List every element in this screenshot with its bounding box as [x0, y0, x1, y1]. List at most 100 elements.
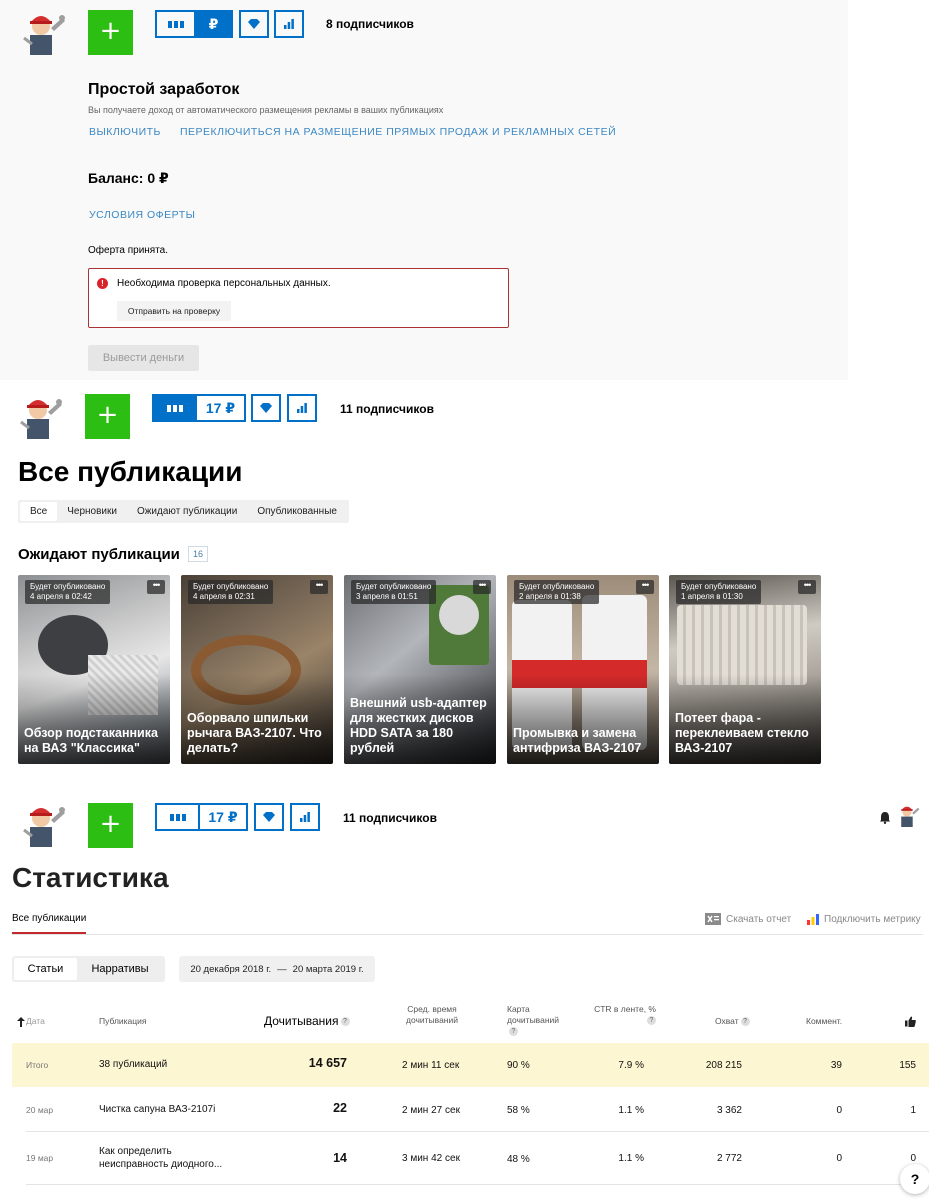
help-icon[interactable]: ?: [340, 1017, 350, 1027]
help-icon[interactable]: ?: [509, 1027, 518, 1037]
card-schedule-tag: Будет опубликовано 4 апреля в 02:42: [25, 580, 111, 604]
cell-readthrough: 22: [333, 1101, 347, 1115]
offer-terms-link[interactable]: УСЛОВИЯ ОФЕРТЫ: [89, 209, 195, 221]
help-button[interactable]: ?: [900, 1164, 929, 1194]
articles-tab[interactable]: Статьи: [14, 958, 77, 980]
plus-icon: +: [99, 16, 122, 46]
card-tag-date: 1 апреля в 01:30: [681, 592, 743, 601]
statistics-panel: + 17 ₽ 11 подписчиков Статистика Все пуб…: [0, 790, 929, 1200]
sort-arrow-icon[interactable]: [17, 1017, 25, 1027]
stats-button[interactable]: [287, 394, 317, 422]
help-icon[interactable]: ?: [647, 1016, 656, 1026]
stats-chart-icon: [284, 18, 294, 29]
cell-publication[interactable]: Чистка сапуна ВАЗ-2107i: [99, 1103, 215, 1116]
more-icon[interactable]: •••: [473, 580, 491, 594]
more-icon[interactable]: •••: [798, 580, 816, 594]
date-range-picker[interactable]: 20 декабря 2018 г. — 20 марта 2019 г.: [179, 956, 375, 982]
cell-avg-time: 3 мин 42 сек: [402, 1153, 460, 1164]
tab-published[interactable]: Опубликованные: [247, 502, 347, 521]
help-icon[interactable]: ?: [740, 1017, 750, 1027]
more-icon[interactable]: •••: [636, 580, 654, 594]
cell-publication[interactable]: Как определить неисправность диодного...: [99, 1145, 239, 1171]
subscribers-count: 8 подписчиков: [326, 17, 414, 31]
disable-link[interactable]: ВЫКЛЮЧИТЬ: [89, 126, 161, 138]
cell-comments: 0: [836, 1153, 842, 1164]
diamond-button[interactable]: [251, 394, 281, 422]
table-row[interactable]: 20 мар Чистка сапуна ВАЗ-2107i 22 2 мин …: [12, 1088, 929, 1132]
stats-button[interactable]: [274, 10, 304, 38]
tab-all-publications[interactable]: Все публикации: [12, 913, 86, 924]
card-title: Потеет фара - переклеиваем стекло ВАЗ-21…: [675, 711, 809, 755]
stats-chart-icon: [300, 811, 310, 822]
add-publication-button[interactable]: +: [88, 803, 133, 848]
bell-icon[interactable]: [879, 811, 891, 824]
table-row-total: Итого 38 публикаций 14 657 2 мин 11 сек …: [12, 1043, 929, 1087]
mechanic-avatar-icon[interactable]: [20, 8, 66, 56]
diamond-button[interactable]: [254, 803, 284, 831]
card-tag-label: Будет опубликовано: [681, 582, 757, 591]
send-verification-button[interactable]: Отправить на проверку: [117, 301, 231, 321]
date-separator: —: [277, 963, 287, 975]
card-tag-date: 3 апреля в 01:51: [356, 592, 418, 601]
feed-button[interactable]: [154, 396, 195, 420]
feed-button[interactable]: [157, 12, 194, 36]
mechanic-avatar-icon[interactable]: [17, 392, 63, 440]
offer-status: Оферта принята.: [88, 245, 169, 256]
tab-drafts[interactable]: Черновики: [57, 502, 127, 521]
publication-card[interactable]: Будет опубликовано 4 апреля в 02:42 ••• О…: [18, 575, 170, 764]
cell-likes: 155: [899, 1060, 916, 1071]
column-publication: Публикация: [99, 1016, 147, 1026]
plus-icon: +: [96, 400, 119, 430]
cell-ctr: 1.1 %: [618, 1153, 644, 1164]
card-schedule-tag: Будет опубликовано 2 апреля в 01:38: [514, 580, 600, 604]
publication-card[interactable]: Будет опубликовано 4 апреля в 02:31 ••• О…: [181, 575, 333, 764]
card-tag-date: 4 апреля в 02:42: [30, 592, 92, 601]
diamond-button[interactable]: [239, 10, 269, 38]
diamond-icon: [260, 403, 272, 413]
feed-balance-switch[interactable]: 17 ₽: [152, 394, 246, 422]
publication-card[interactable]: Будет опубликовано 2 апреля в 01:38 ••• П…: [507, 575, 659, 764]
table-row[interactable]: 19 мар Как определить неисправность диод…: [12, 1136, 929, 1180]
connect-metrica-link[interactable]: Подключить метрику: [807, 913, 921, 925]
cell-ctr: 7.9 %: [618, 1060, 644, 1071]
cell-ctr: 1.1 %: [618, 1105, 644, 1116]
card-schedule-tag: Будет опубликовано 1 апреля в 01:30: [676, 580, 762, 604]
column-avg-time: Сред. время дочитываний: [405, 1004, 459, 1025]
profile-avatar[interactable]: [896, 802, 920, 828]
narratives-tab[interactable]: Нарративы: [77, 958, 163, 980]
page-title: Все публикации: [18, 456, 243, 487]
balance-button[interactable]: 17 ₽: [198, 805, 246, 829]
publication-card[interactable]: Будет опубликовано 1 апреля в 01:30 ••• П…: [669, 575, 821, 764]
column-date[interactable]: Дата: [26, 1016, 45, 1027]
alert-icon: !: [97, 278, 108, 289]
switch-mode-link[interactable]: ПЕРЕКЛЮЧИТЬСЯ НА РАЗМЕЩЕНИЕ ПРЯМЫХ ПРОДА…: [180, 126, 616, 138]
column-readthrough[interactable]: Дочитывания?: [264, 1014, 350, 1028]
download-report-link[interactable]: Скачать отчет: [705, 913, 791, 925]
balance-button[interactable]: ₽: [194, 12, 231, 36]
row-divider: [26, 1131, 929, 1132]
tab-scheduled[interactable]: Ожидают публикации: [127, 502, 247, 521]
feed-balance-switch[interactable]: ₽: [155, 10, 233, 38]
cell-comments: 39: [830, 1060, 842, 1071]
add-publication-button[interactable]: +: [85, 394, 130, 439]
card-tag-date: 2 апреля в 01:38: [519, 592, 581, 601]
feed-balance-switch[interactable]: 17 ₽: [155, 803, 248, 831]
plus-icon: +: [99, 809, 122, 839]
tab-all[interactable]: Все: [20, 502, 58, 521]
more-icon[interactable]: •••: [310, 580, 328, 594]
card-tag-label: Будет опубликовано: [356, 582, 432, 591]
withdraw-button[interactable]: Вывести деньги: [88, 345, 199, 371]
feed-button[interactable]: [157, 805, 198, 829]
card-tag-label: Будет опубликовано: [519, 582, 595, 591]
section-description: Вы получаете доход от автоматического ра…: [88, 105, 444, 115]
more-icon[interactable]: •••: [147, 580, 165, 594]
balance-button[interactable]: 17 ₽: [195, 396, 244, 420]
personal-data-alert: ! Необходима проверка персональных данны…: [88, 268, 509, 328]
add-publication-button[interactable]: +: [88, 10, 133, 55]
cell-avg-time: 2 мин 27 сек: [402, 1105, 460, 1116]
cell-comments: 0: [836, 1105, 842, 1116]
mechanic-avatar-icon[interactable]: [20, 800, 66, 848]
stats-button[interactable]: [290, 803, 320, 831]
cell-publication: 38 публикаций: [99, 1059, 168, 1070]
publication-card[interactable]: Будет опубликовано 3 апреля в 01:51 ••• В…: [344, 575, 496, 764]
